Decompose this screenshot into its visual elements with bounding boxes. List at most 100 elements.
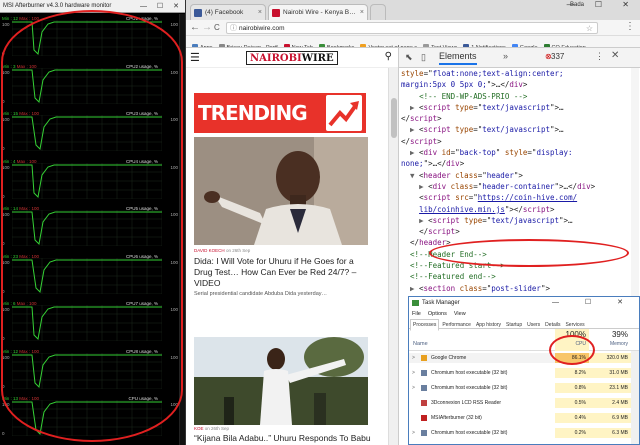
site-logo[interactable]: NAIROBIWIRE	[246, 51, 338, 65]
dom-node-line[interactable]: <!--Header End-->	[401, 249, 635, 260]
article-author[interactable]: DAVID KOECH	[194, 248, 225, 253]
code-token: script	[410, 114, 438, 124]
dom-node-line[interactable]: <script src="https://coin-hive.com/	[401, 192, 635, 203]
tab-close-icon[interactable]: ×	[360, 5, 364, 20]
expand-triangle-icon[interactable]: ▶	[410, 283, 419, 294]
info-icon[interactable]: ⓘ	[230, 23, 237, 34]
cpu-graph-panel: Min : 13 Max : 100 CPU usage, % 100 100 0	[0, 394, 180, 436]
tab-nairobi-wire[interactable]: Nairobi Wire - Kenya B… ×	[268, 4, 368, 20]
article-headline[interactable]: Dida: I Will Vote for Uhuru if He Goes f…	[194, 256, 374, 289]
afterburner-title: MSI Afterburner v4.3.0 hardware monitor	[3, 3, 112, 9]
dom-node-line[interactable]: ▶ <section class="post-slider">	[401, 283, 635, 294]
expand-triangle-icon[interactable]: ▶	[419, 215, 428, 226]
reload-button[interactable]: C	[214, 21, 220, 35]
expand-chevron-icon[interactable]: >	[412, 353, 415, 363]
column-memory[interactable]: 39% Memory	[589, 329, 631, 351]
process-memory: 31.0 MB	[589, 368, 631, 378]
article-image[interactable]	[194, 337, 368, 425]
expand-chevron-icon[interactable]: >	[412, 428, 415, 438]
code-token: ">…</	[554, 181, 578, 191]
process-row[interactable]: > Chromium host executable (32 bit) 0.8% 23…	[409, 383, 631, 393]
expand-triangle-icon[interactable]: ▼	[410, 170, 419, 181]
search-icon[interactable]: ⚲	[385, 51, 392, 62]
article-author[interactable]: KOE	[194, 426, 204, 431]
cpu-usage-line	[12, 352, 162, 389]
devtools-close-button[interactable]: ✕	[611, 50, 619, 61]
device-toggle-icon[interactable]: ▯	[421, 52, 426, 63]
cpu-graph-panel: Min : 14 Max : 100 CPU5 usage, % 100 100 0	[0, 204, 180, 246]
menu-item-options[interactable]: Options	[428, 311, 447, 317]
hamburger-menu-icon[interactable]: ☰	[190, 51, 200, 64]
code-token: script	[423, 193, 451, 203]
chrome-window-controls[interactable]: — ☐ ✕	[567, 0, 638, 14]
dom-node-line[interactable]: style="float:none;text-align:center;	[401, 68, 635, 79]
dom-node-line[interactable]: margin:5px 0 5px 0;">…</div>	[401, 79, 635, 90]
graph-top-value: 100	[2, 22, 10, 27]
code-token: </	[419, 227, 429, 237]
dom-node-line[interactable]: </header>	[401, 237, 635, 248]
scrollbar-thumb[interactable]	[391, 98, 397, 138]
back-button[interactable]: ←	[190, 21, 200, 35]
inspect-element-icon[interactable]: ⬉	[405, 52, 413, 63]
devtools-scrollbar[interactable]	[631, 68, 639, 298]
dom-tree[interactable]: style="float:none;text-align:center; marg…	[399, 68, 635, 298]
process-row[interactable]: > Chromium host executable (32 bit) 8.2% 31…	[409, 368, 631, 378]
code-token: back-top	[459, 148, 496, 158]
dom-node-line[interactable]: </script>	[401, 113, 635, 124]
dom-node-line[interactable]: ▼ <header class="header">	[401, 170, 635, 181]
code-token[interactable]: https://coin-hive.com/	[478, 193, 577, 202]
dom-node-line[interactable]: none;">…</div>	[401, 158, 635, 169]
cpu-graph-panel: Min : 4 Max : 100 CPU4 usage, % 100 100 0	[0, 157, 180, 199]
process-row[interactable]: 3Dconnexion LCD RSS Reader 0.5% 2.4 MB	[409, 398, 631, 408]
dom-node-line[interactable]: </script>	[401, 226, 635, 237]
afterburner-window-controls[interactable]: — ☐ ✕	[140, 0, 183, 13]
code-token: src	[455, 193, 469, 203]
process-cpu: 0.8%	[555, 383, 589, 393]
dom-node-line[interactable]: ▶ <script type="text/javascript">…	[401, 124, 635, 135]
article-headline[interactable]: “Kijana Bila Adabu..” Uhuru Responds To …	[194, 433, 374, 445]
expand-triangle-icon[interactable]: ▶	[410, 102, 419, 113]
expand-chevron-icon[interactable]: >	[412, 368, 415, 378]
cpu-usage-line	[12, 162, 162, 199]
chrome-menu-icon[interactable]: ⋮	[625, 21, 635, 32]
tab-facebook[interactable]: (4) Facebook ×	[190, 4, 266, 20]
code-token[interactable]: lib/coinhive.min.js	[419, 205, 505, 214]
process-row[interactable]: > Chromium host executable (32 bit) 0.2% 6.…	[409, 428, 631, 438]
omnibox[interactable]: ⓘ nairobiwire.com ☆	[226, 22, 598, 34]
afterburner-scrollbar[interactable]	[179, 14, 185, 445]
dom-node-line[interactable]: lib/coinhive.min.js"></script>	[401, 204, 635, 215]
graph-bottom-value: 0	[2, 241, 5, 246]
menu-item-file[interactable]: File	[412, 311, 421, 317]
article-image[interactable]	[194, 137, 368, 245]
forward-button[interactable]: →	[202, 21, 212, 35]
new-tab-button[interactable]	[370, 4, 386, 20]
dom-node-line[interactable]: <!-- END-WP-ADS-PRIO -->	[401, 91, 635, 102]
dom-node-line[interactable]: ▶ <script type="text/javascript">…	[401, 215, 635, 226]
expand-triangle-icon[interactable]: ▶	[410, 147, 419, 158]
task-manager-window-controls[interactable]: — ☐ ✕	[552, 297, 635, 309]
cpu-total: 100%	[565, 330, 586, 339]
column-name[interactable]: Name	[413, 341, 428, 347]
dom-node-line[interactable]: <!--Featured end-->	[401, 271, 635, 282]
expand-chevron-icon[interactable]: >	[412, 383, 415, 393]
process-row[interactable]: > Google Chrome 86.1% 320.0 MB	[409, 353, 631, 363]
devtools-menu-icon[interactable]: ⋮	[595, 51, 604, 62]
expand-triangle-icon[interactable]: ▶	[419, 181, 428, 192]
code-token: type	[464, 215, 483, 225]
dom-node-line[interactable]: ▶ <div id="back-top" style="display:	[401, 147, 635, 158]
page-scrollbar[interactable]	[388, 68, 398, 445]
task-manager-scrollbar[interactable]	[631, 351, 639, 444]
column-cpu[interactable]: 100% CPU	[555, 329, 589, 351]
tab-elements[interactable]: Elements	[439, 51, 477, 65]
expand-triangle-icon[interactable]: ▶	[410, 124, 419, 135]
dom-node-line[interactable]: ▶ <div class="header-container">…</div>	[401, 181, 635, 192]
process-row[interactable]: MSIAfterburner (32 bit) 0.4% 6.9 MB	[409, 413, 631, 423]
dom-node-line[interactable]: ▶ <script type="text/javascript">…	[401, 102, 635, 113]
error-count[interactable]: 337	[551, 52, 564, 61]
bookmark-star-icon[interactable]: ☆	[586, 23, 593, 34]
tab-close-icon[interactable]: ×	[258, 5, 262, 20]
dom-node-line[interactable]: </script>	[401, 136, 635, 147]
dom-node-line[interactable]: <!--Featured start-->	[401, 260, 635, 271]
menu-item-view[interactable]: View	[454, 311, 466, 317]
more-tabs-button[interactable]: »	[503, 51, 508, 61]
